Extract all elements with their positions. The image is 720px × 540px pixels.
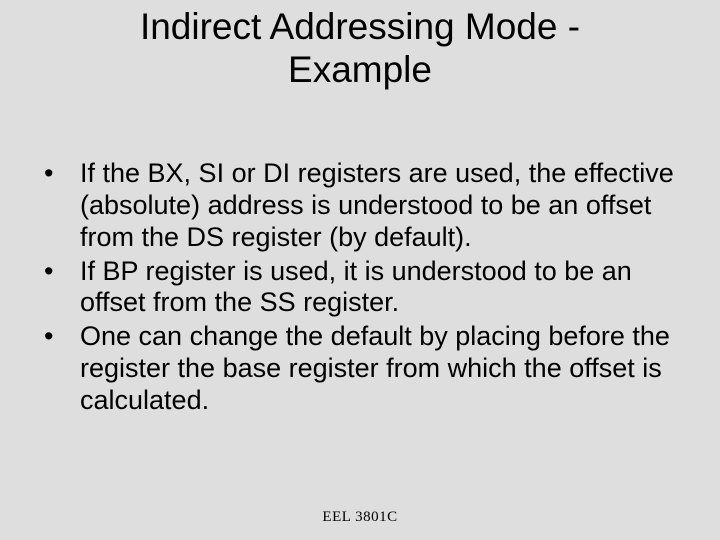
bullet-text: One can change the default by placing be…	[80, 321, 670, 415]
slide: Indirect Addressing Mode - Example If th…	[0, 0, 720, 540]
slide-body: If the BX, SI or DI registers are used, …	[36, 158, 680, 419]
slide-title: Indirect Addressing Mode - Example	[0, 0, 720, 91]
list-item: One can change the default by placing be…	[36, 321, 680, 417]
title-line-2: Example	[288, 49, 432, 90]
bullet-text: If the BX, SI or DI registers are used, …	[80, 158, 674, 252]
bullet-list: If the BX, SI or DI registers are used, …	[36, 158, 680, 417]
list-item: If the BX, SI or DI registers are used, …	[36, 158, 680, 254]
title-line-1: Indirect Addressing Mode -	[140, 6, 580, 47]
list-item: If BP register is used, it is understood…	[36, 256, 680, 320]
footer-text: EEL 3801C	[322, 509, 397, 525]
slide-footer: EEL 3801C	[0, 509, 720, 526]
bullet-text: If BP register is used, it is understood…	[80, 256, 632, 318]
